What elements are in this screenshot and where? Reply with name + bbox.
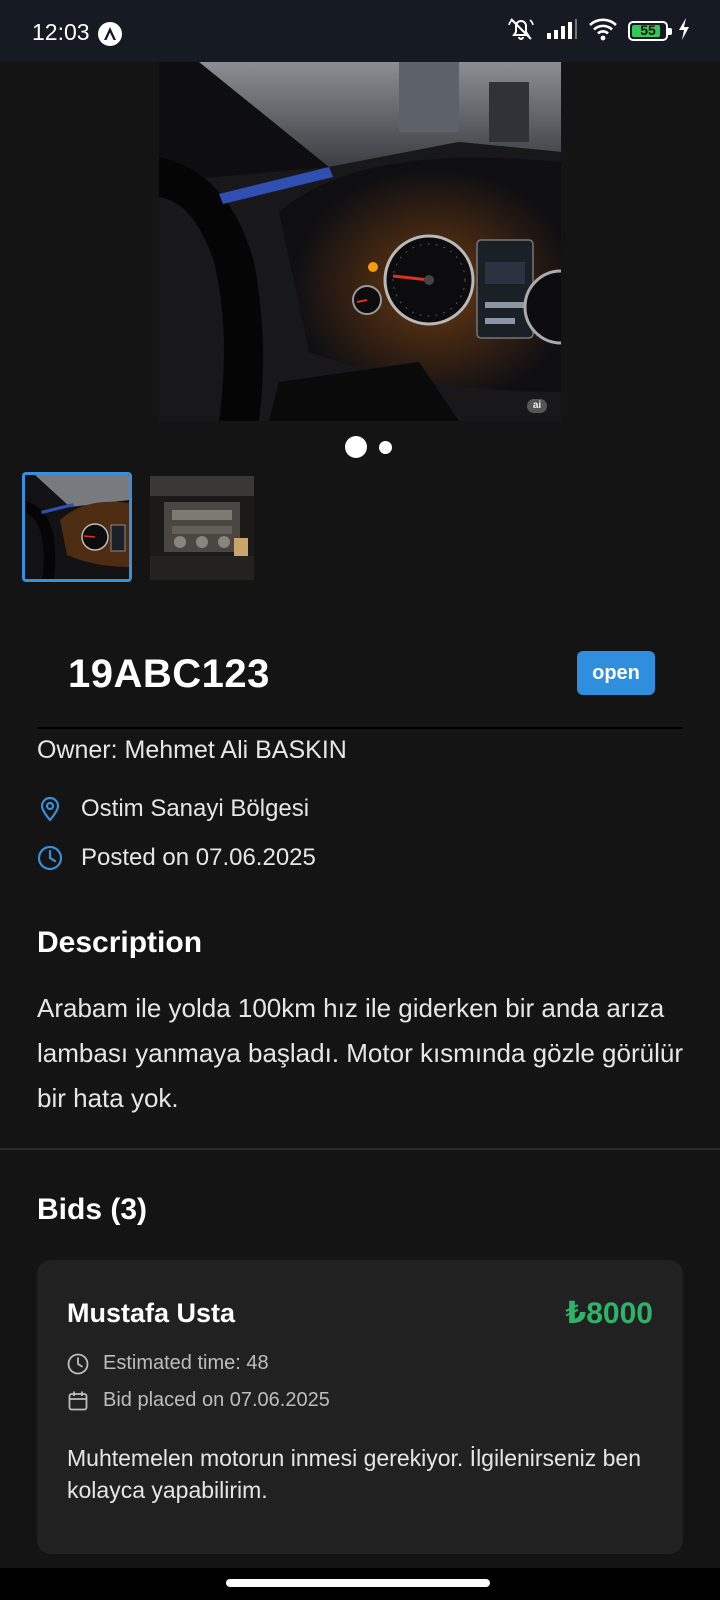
bids-heading: Bids (3) [37, 1193, 148, 1226]
location-row: Ostim Sanayi Bölgesi [37, 795, 309, 823]
estimated-time-row: Estimated time: 48 [67, 1352, 269, 1375]
status-icons: 55 [506, 16, 690, 47]
status-time: 12:03 [32, 19, 90, 45]
gesture-bar [0, 1568, 720, 1600]
home-indicator[interactable] [226, 1579, 490, 1587]
calendar-icon [67, 1390, 89, 1412]
bid-comment: Muhtemelen motorun inmesi gerekiyor. İlg… [67, 1445, 642, 1503]
posted-row: Posted on 07.06.2025 [37, 844, 316, 872]
battery-icon: 55 [628, 21, 672, 41]
bid-date-row: Bid placed on 07.06.2025 [67, 1389, 330, 1412]
hero-image[interactable]: ai [159, 62, 561, 421]
mute-icon [506, 16, 536, 47]
bid-date-text: Bid placed on 07.06.2025 [103, 1389, 330, 1411]
description-heading: Description [37, 926, 203, 959]
gallery-dot-1[interactable] [344, 436, 367, 458]
bid-card[interactable]: Mustafa Usta ₺8000 Estimated time: 48 Bi… [37, 1260, 683, 1554]
wifi-icon [588, 17, 618, 46]
battery-level: 55 [640, 22, 656, 38]
location-text: Ostim Sanayi Bölgesi [81, 795, 310, 822]
clock-icon [67, 1353, 89, 1375]
notification-a-icon [98, 22, 122, 46]
thumbnail-engine[interactable] [150, 476, 254, 580]
gallery-dot-2[interactable] [378, 440, 392, 454]
status-badge: open [577, 651, 655, 695]
status-bar: 12:03 55 [0, 0, 720, 62]
section-divider [0, 1148, 720, 1150]
thumbnail-dashboard[interactable] [22, 472, 132, 582]
title-divider [37, 727, 683, 729]
signal-icon [546, 18, 578, 45]
bid-price: ₺8000 [565, 1297, 653, 1330]
estimated-time-text: Estimated time: 48 [103, 1352, 269, 1374]
gallery-dots [8, 436, 720, 458]
bidder-name: Mustafa Usta [67, 1298, 236, 1328]
plate-number: 19ABC123 [68, 652, 270, 696]
clock-icon [37, 845, 63, 871]
owner-label: Owner: Mehmet Ali BASKIN [37, 736, 347, 764]
charging-icon [678, 17, 690, 45]
description-text: Arabam ile yolda 100km hız ile giderken … [37, 993, 683, 1113]
posted-text: Posted on 07.06.2025 [81, 844, 316, 871]
ai-badge: ai [527, 399, 547, 413]
location-pin-icon [37, 796, 63, 822]
thumbnail-strip [22, 472, 254, 582]
